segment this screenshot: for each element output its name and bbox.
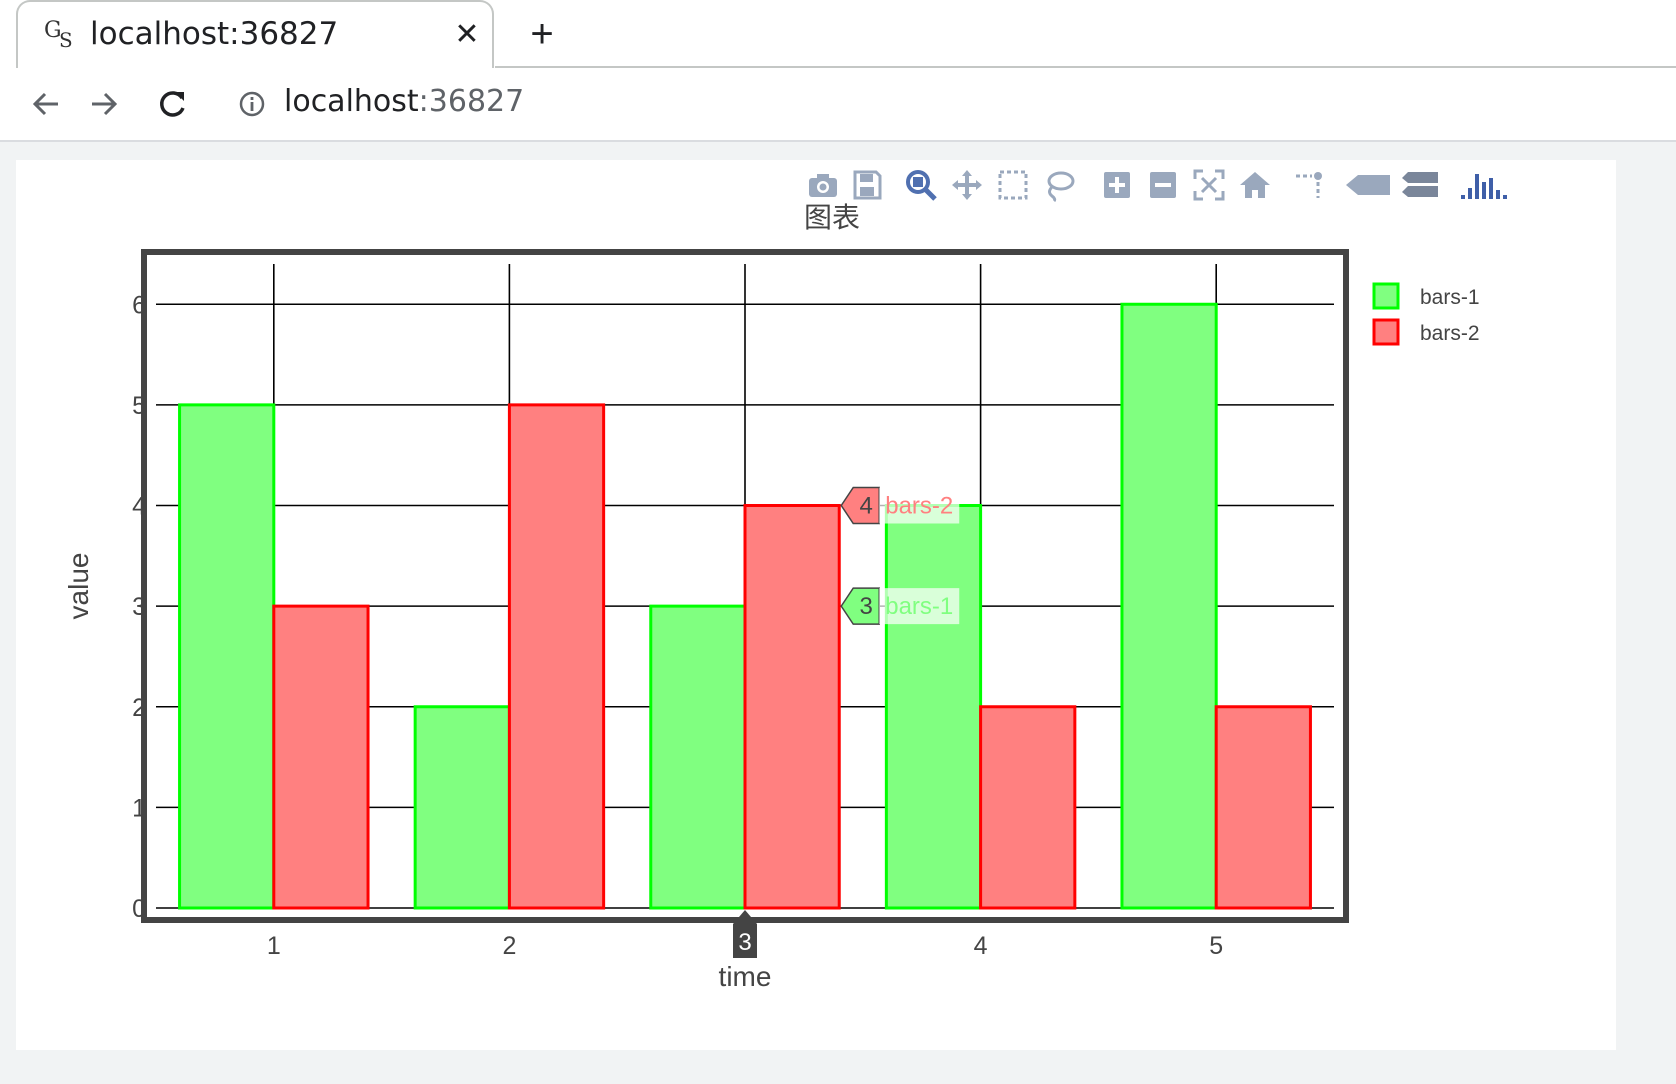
hover-label-bars-2: 4 bars-2 xyxy=(840,486,960,525)
forward-arrow-icon[interactable] xyxy=(84,84,124,124)
bar-bars-2-4 xyxy=(979,705,1077,910)
legend: bars-1 bars-2 xyxy=(1372,282,1480,346)
legend-label: bars-2 xyxy=(1420,322,1480,345)
y-tick-label: 4 xyxy=(132,493,146,521)
site-info-icon[interactable] xyxy=(236,88,268,120)
y-tick-label: 0 xyxy=(132,895,146,923)
legend-item-bars-2[interactable]: bars-2 xyxy=(1372,318,1480,346)
legend-swatch xyxy=(1372,318,1400,346)
legend-swatch xyxy=(1372,282,1400,310)
reload-icon[interactable] xyxy=(152,84,192,124)
y-tick-label: 2 xyxy=(132,694,146,722)
favicon-icon: G S xyxy=(42,18,78,54)
address-port: :36827 xyxy=(418,84,525,119)
legend-label: bars-1 xyxy=(1420,286,1480,309)
legend-item-bars-1[interactable]: bars-1 xyxy=(1372,282,1480,310)
bar-bars-2-3 xyxy=(743,504,841,910)
bar-bars-1-2 xyxy=(413,705,511,910)
bar-bars-2-5 xyxy=(1214,705,1312,910)
bar-bars-2-2 xyxy=(507,403,606,910)
hover-label-bars-1: 3 bars-1 xyxy=(840,587,960,625)
x-tick-label: 5 xyxy=(1209,932,1223,960)
hover-name-text: bars-2 xyxy=(885,493,953,520)
bar-bars-1-4 xyxy=(884,504,983,910)
tab-title: localhost:36827 xyxy=(90,16,339,52)
favicon-letter-s: S xyxy=(59,28,73,52)
y-axis-title: value xyxy=(63,553,94,620)
hover-value-text: 3 xyxy=(860,593,873,620)
back-arrow-icon[interactable] xyxy=(26,84,66,124)
x-axis-title: time xyxy=(719,961,772,992)
plot-area[interactable]: 0 1 2 3 4 5 6 1 2 4 5 time value bars-1 bars-2 3 4 ba… xyxy=(16,160,1616,1050)
bar-bars-2-1 xyxy=(272,604,370,910)
y-tick-label: 6 xyxy=(132,291,146,319)
x-tick-label: 1 xyxy=(267,932,281,960)
y-tick-label: 5 xyxy=(132,392,146,420)
hover-name-text: bars-1 xyxy=(885,593,953,620)
y-tick-label: 3 xyxy=(132,593,146,621)
hover-x-text: 3 xyxy=(738,929,751,956)
browser-tab-bar: G S localhost:36827 ✕ + xyxy=(0,0,1676,68)
x-tick-label: 4 xyxy=(974,932,988,960)
y-tick-label: 1 xyxy=(132,794,146,822)
browser-toolbar: localhost:36827 xyxy=(0,68,1676,142)
browser-tab[interactable]: G S localhost:36827 ✕ xyxy=(16,0,494,68)
address-bar[interactable]: localhost:36827 xyxy=(284,84,524,119)
bar-bars-1-5 xyxy=(1120,302,1218,910)
new-tab-icon[interactable]: + xyxy=(522,14,562,54)
plot-container: 图表 01234561245 time value bars-1 bars-2 3… xyxy=(16,160,1616,1050)
x-tick-label: 2 xyxy=(502,932,516,960)
bar-bars-1-1 xyxy=(178,403,276,910)
close-tab-icon[interactable]: ✕ xyxy=(450,18,484,52)
bar-bars-1-3 xyxy=(649,604,747,910)
hover-value-text: 4 xyxy=(860,493,873,520)
address-host: localhost xyxy=(284,84,419,119)
